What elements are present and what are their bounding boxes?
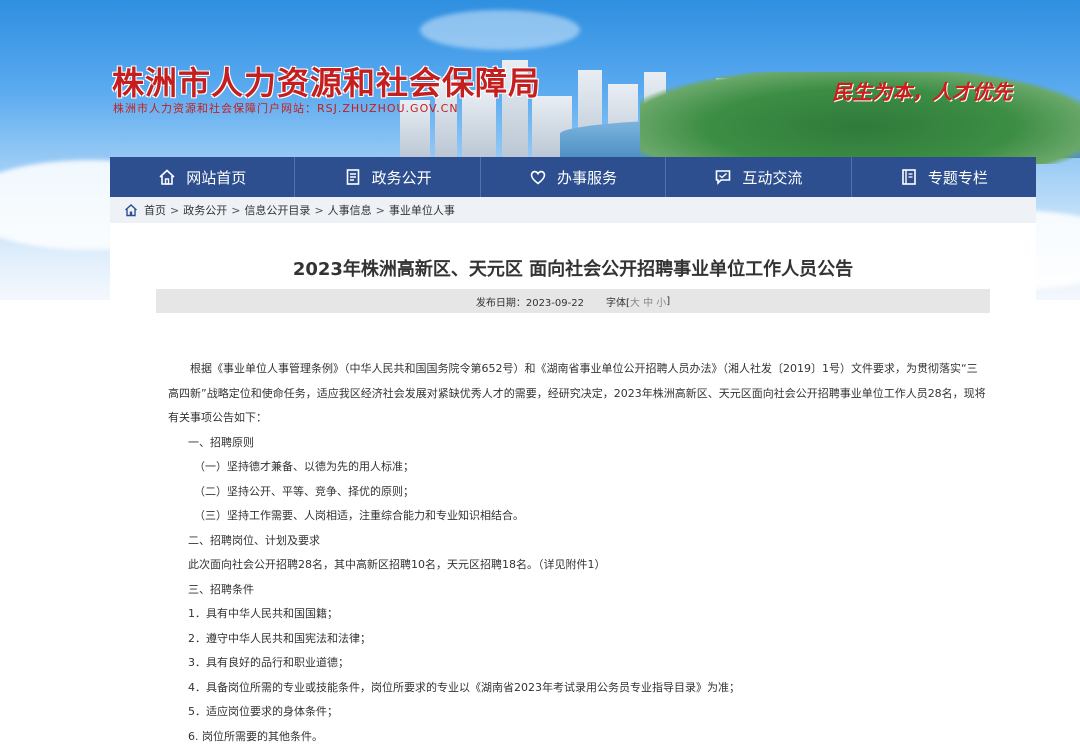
breadcrumb-separator: > — [314, 203, 324, 217]
publish-date: 发布日期：2023-09-22 — [475, 297, 584, 309]
chat-icon — [714, 168, 732, 186]
document-icon — [344, 168, 362, 186]
article-container: 2023年株洲高新区、天元区 面向社会公开招聘事业单位工作人员公告 发布日期：2… — [110, 223, 1036, 754]
home-icon — [124, 203, 138, 217]
home-icon — [158, 168, 176, 186]
site-title: 株洲市人力资源和社会保障局 — [112, 64, 542, 102]
nav-item-label: 网站首页 — [186, 168, 247, 187]
font-size-large-button[interactable]: 大 — [630, 294, 640, 309]
nav-item-label: 专题专栏 — [927, 168, 988, 187]
font-size-bracket: ] — [666, 295, 671, 307]
book-icon — [900, 168, 918, 186]
breadcrumb-separator: > — [170, 203, 180, 217]
nav-item-label: 互动交流 — [742, 168, 803, 187]
breadcrumb-personnel-info[interactable]: 人事信息 — [328, 202, 372, 218]
article-list-item: 5．适应岗位要求的身体条件； — [188, 705, 338, 718]
font-size-label: 字体[ — [605, 297, 630, 309]
breadcrumb-info-catalog[interactable]: 信息公开目录 — [244, 202, 310, 218]
article-body: 根据《事业单位人事管理条例》（中华人民共和国国务院令第652号）和《湖南省事业单… — [168, 357, 988, 749]
breadcrumb-home[interactable]: 首页 — [144, 202, 166, 218]
article-section-heading: 三、招聘条件 — [188, 582, 254, 596]
breadcrumb-separator: > — [375, 203, 385, 217]
article-paragraph: （三）坚持工作需要、人岗相适，注重综合能力和专业知识相结合。 — [194, 509, 524, 522]
article-list-item: 2．遵守中华人民共和国宪法和法律； — [188, 631, 371, 645]
main-nav: 网站首页 政务公开 办事服务 互动交流 专题专栏 — [110, 157, 1036, 197]
nav-item-label: 办事服务 — [557, 168, 618, 187]
breadcrumb-separator: > — [231, 203, 241, 217]
article-paragraph: 根据《事业单位人事管理条例》（中华人民共和国国务院令第652号）和《湖南省事业单… — [168, 362, 986, 424]
article-paragraph: （一）坚持德才兼备、以德为先的用人标准； — [194, 460, 414, 473]
article-paragraph: （二）坚持公开、平等、竞争、择优的原则； — [194, 484, 414, 498]
nav-item-services[interactable]: 办事服务 — [481, 157, 667, 197]
nav-item-interaction[interactable]: 互动交流 — [666, 157, 852, 197]
article-list-item: 6. 岗位所需要的其他条件。 — [188, 729, 323, 743]
article-title: 2023年株洲高新区、天元区 面向社会公开招聘事业单位工作人员公告 — [292, 259, 854, 280]
nav-item-government-affairs[interactable]: 政务公开 — [295, 157, 481, 197]
article-list-item: 1．具有中华人民共和国国籍； — [188, 607, 338, 620]
article-list-item: 3．具有良好的品行和职业道德； — [188, 656, 349, 669]
article-section-heading: 一、招聘原则 — [188, 435, 254, 449]
article-paragraph: 此次面向社会公开招聘28名，其中高新区招聘10名，天元区招聘18名。（详见附件1… — [188, 558, 606, 571]
nav-item-label: 政务公开 — [371, 168, 432, 187]
nav-item-home[interactable]: 网站首页 — [110, 157, 296, 197]
site-subtitle: 株洲市人力资源和社会保障门户网站：RSJ.ZHUZHOU.GOV.CN — [113, 102, 459, 115]
slogan: 民生为本，人才优先 — [832, 80, 1012, 104]
breadcrumb-institution-personnel[interactable]: 事业单位人事 — [389, 202, 455, 218]
font-size-small-button[interactable]: 小 — [656, 294, 666, 309]
font-size-medium-button[interactable]: 中 — [643, 294, 653, 309]
heart-icon — [529, 168, 547, 186]
nav-item-special-topics[interactable]: 专题专栏 — [852, 157, 1036, 197]
article-meta-bar: 发布日期：2023-09-22 字体[ 大 中 小 ] — [156, 289, 990, 313]
article-list-item: 4．具备岗位所需的专业或技能条件，岗位所要求的专业以《湖南省2023年考试录用公… — [188, 680, 740, 694]
breadcrumb: 首页 > 政务公开 > 信息公开目录 > 人事信息 > 事业单位人事 — [110, 197, 1036, 223]
article-section-heading: 二、招聘岗位、计划及要求 — [188, 533, 320, 547]
breadcrumb-government-affairs[interactable]: 政务公开 — [183, 202, 227, 218]
